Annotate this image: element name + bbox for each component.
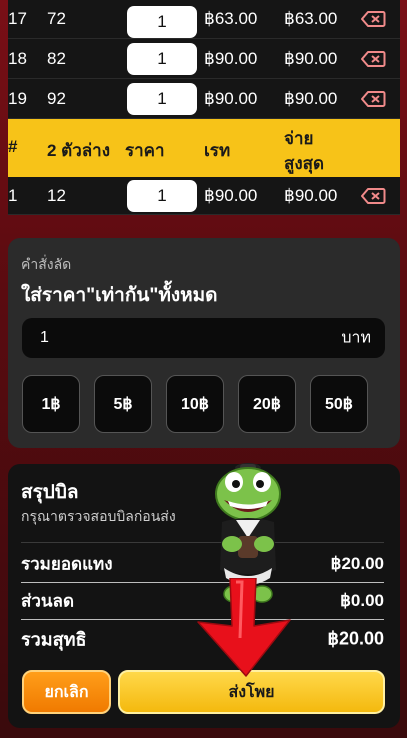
discount-value: ฿0.00 — [340, 591, 384, 610]
qty-input[interactable]: 1 — [127, 82, 197, 115]
row-number: 12 — [47, 185, 66, 205]
row-max-pay: ฿63.00 — [284, 9, 338, 28]
net-label: รวมสุทธิ — [21, 629, 87, 650]
qty-input[interactable]: 1 — [127, 179, 197, 212]
row-index: 18 — [8, 48, 27, 68]
table-row: 1 12 1 ฿90.00 ฿90.00 — [8, 177, 400, 215]
shortcut-title: ใส่ราคา"เท่ากัน"ทั้งหมด — [21, 285, 218, 306]
row-max-pay: ฿90.00 — [284, 88, 338, 108]
qty-input[interactable]: 1 — [127, 42, 197, 75]
row-index: 1 — [8, 185, 18, 205]
row-max-pay: ฿90.00 — [284, 48, 338, 68]
bet-table: 17 72 1 ฿63.00 ฿63.00 18 82 1 ฿90.00 ฿90… — [8, 0, 400, 215]
col-index-header: # — [8, 137, 18, 156]
row-rate: ฿90.00 — [204, 88, 258, 108]
col-price-header: ราคา — [125, 141, 165, 160]
shortcut-caption: คำสั่งลัด — [21, 256, 72, 272]
table-row: 18 82 1 ฿90.00 ฿90.00 — [8, 39, 400, 79]
row-number: 82 — [47, 48, 66, 68]
shortcut-panel: คำสั่งลัด ใส่ราคา"เท่ากัน"ทั้งหมด 1 บาท … — [8, 238, 400, 448]
delete-icon[interactable] — [360, 90, 386, 108]
col-rate-header: เรท — [204, 141, 231, 160]
col-max-header-line1: จ่าย — [284, 129, 314, 148]
summary-subtitle: กรุณาตรวจสอบบิลก่อนส่ง — [21, 508, 176, 524]
section-header: # 2 ตัวล่าง ราคา เรท จ่าย สูงสุด — [8, 119, 400, 177]
total-label: รวมยอดแทง — [21, 554, 113, 574]
summary-title: สรุปบิล — [21, 482, 79, 503]
table-row: 17 72 1 ฿63.00 ฿63.00 — [8, 0, 400, 39]
col-max-header-line2: สูงสุด — [284, 154, 325, 173]
net-value: ฿20.00 — [327, 628, 385, 649]
row-rate: ฿90.00 — [204, 185, 258, 205]
equal-price-value: 1 — [40, 329, 49, 346]
currency-unit: บาท — [341, 329, 371, 347]
red-arrow-icon — [197, 578, 291, 677]
total-value: ฿20.00 — [330, 554, 384, 573]
row-max-pay: ฿90.00 — [284, 185, 338, 205]
table-row: 19 92 1 ฿90.00 ฿90.00 — [8, 79, 400, 119]
row-index: 19 — [8, 88, 27, 108]
row-rate: ฿63.00 — [204, 9, 258, 28]
chip-20-baht[interactable]: 20฿ — [238, 375, 296, 433]
cancel-button[interactable]: ยกเลิก — [22, 670, 111, 714]
delete-icon[interactable] — [360, 50, 386, 68]
chip-10-baht[interactable]: 10฿ — [166, 375, 224, 433]
qty-input[interactable]: 1 — [127, 6, 197, 38]
discount-label: ส่วนลด — [21, 591, 75, 611]
row-number: 72 — [47, 9, 66, 28]
col-number-header: 2 ตัวล่าง — [47, 141, 111, 160]
row-number: 92 — [47, 88, 66, 108]
chip-5-baht[interactable]: 5฿ — [94, 375, 152, 433]
delete-icon[interactable] — [360, 10, 386, 28]
chip-50-baht[interactable]: 50฿ — [310, 375, 368, 433]
equal-price-input[interactable]: 1 บาท — [22, 318, 385, 358]
chip-1-baht[interactable]: 1฿ — [22, 375, 80, 433]
row-index: 17 — [8, 9, 27, 28]
row-rate: ฿90.00 — [204, 48, 258, 68]
delete-icon[interactable] — [360, 187, 386, 205]
